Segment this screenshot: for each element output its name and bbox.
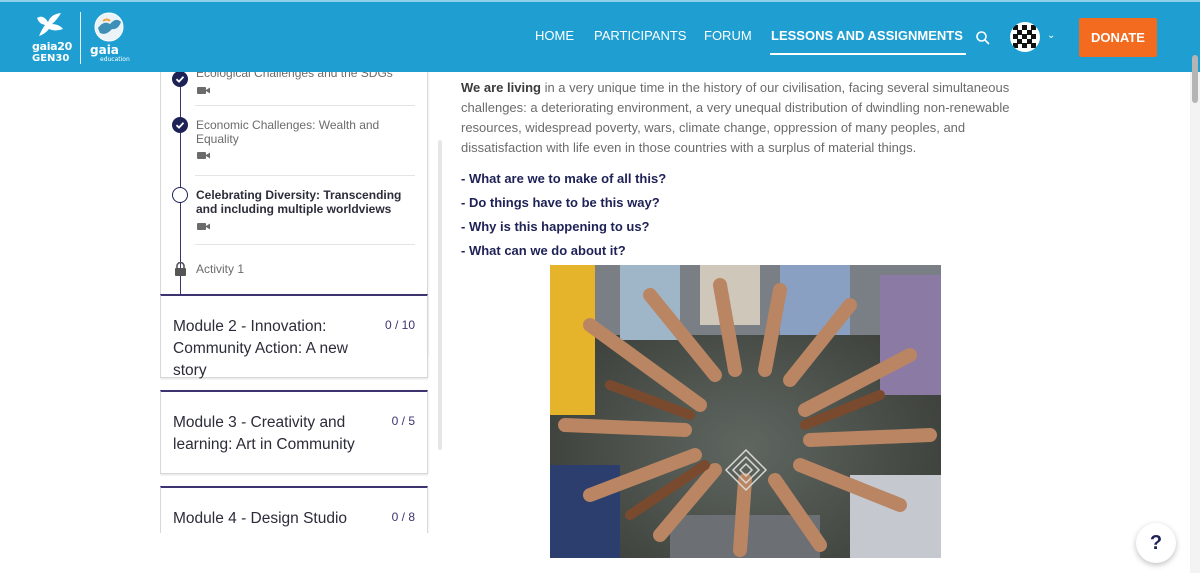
gaia-education-logo[interactable]: gaia education [90,10,138,66]
lesson-title[interactable]: Celebrating Diversity: Transcending and … [196,188,406,216]
logo-text-gaia: gaia [90,43,119,57]
lesson-divider [195,244,415,245]
page-scrollbar-track[interactable] [1190,72,1200,573]
avatar[interactable] [1010,22,1040,52]
photo-illustration [550,265,941,558]
nav-lessons-and-assignments[interactable]: LESSONS AND ASSIGNMENTS [771,28,963,43]
avatar-pattern-icon [1010,22,1040,52]
intro-paragraph: We are living in a very unique time in t… [461,78,1031,158]
activity-label[interactable]: Activity 1 [196,262,244,276]
video-icon [197,223,210,230]
lock-icon [175,262,186,276]
logo-text-education: education [100,56,130,63]
help-button[interactable]: ? [1136,523,1176,563]
community-circle-photo [550,265,941,558]
nav-home[interactable]: HOME [535,28,574,43]
globe-icon [94,12,124,42]
logo-text-gaia20: gaia20 [32,40,72,53]
intro-body: in a very unique time in the history of … [461,80,1010,155]
gaia20-gen30-logo[interactable]: gaia20 GEN30 [30,10,72,64]
nav-forum[interactable]: FORUM [704,28,752,43]
chevron-down-icon[interactable]: ⌄ [1047,30,1055,41]
lesson-divider [195,105,415,106]
video-icon [197,87,210,94]
question-item: - Why is this happening to us? [461,219,650,234]
video-icon [197,152,210,159]
module-card[interactable]: Module 2 - Innovation: Community Action:… [160,294,428,379]
check-done-icon [172,117,188,133]
logo-text-gen30: GEN30 [32,53,70,64]
module-progress-count: 0 / 10 [384,318,415,332]
lesson-title[interactable]: Economic Challenges: Wealth and Equality [196,118,406,146]
lessons-sidebar: Ecological Challenges and the SDGs Econo… [160,72,446,533]
lesson-divider [195,175,415,176]
lesson-title[interactable]: Ecological Challenges and the SDGs [196,72,406,80]
top-navigation-bar: gaia20 GEN30 gaia education HOME PARTICI… [0,0,1200,72]
module-card[interactable]: Module 3 - Creativity and learning: Art … [160,390,428,474]
sidebar-scrollbar[interactable] [438,140,442,450]
nav-participants[interactable]: PARTICIPANTS [594,28,686,43]
module-card[interactable]: Module 4 - Design Studio 0 / 8 [160,486,428,533]
check-done-icon [172,72,188,87]
dove-icon [37,13,63,36]
question-item: - What can we do about it? [461,243,626,258]
module-title: Module 3 - Creativity and learning: Art … [173,414,355,453]
circle-incomplete-icon [172,187,188,203]
module-progress-count: 0 / 8 [391,510,415,524]
module-title: Module 4 - Design Studio [173,510,348,527]
page-scrollbar-thumb[interactable] [1192,55,1198,103]
active-nav-indicator [770,53,966,55]
question-item: - What are we to make of all this? [461,171,667,186]
module-title: Module 2 - Innovation: Community Action:… [173,318,348,379]
question-item: - Do things have to be this way? [461,195,660,210]
module-progress-count: 0 / 5 [391,414,415,428]
donate-button[interactable]: DONATE [1079,18,1157,57]
intro-lead: We are living [461,80,541,95]
logo-divider [80,12,81,64]
search-icon[interactable] [975,30,991,46]
